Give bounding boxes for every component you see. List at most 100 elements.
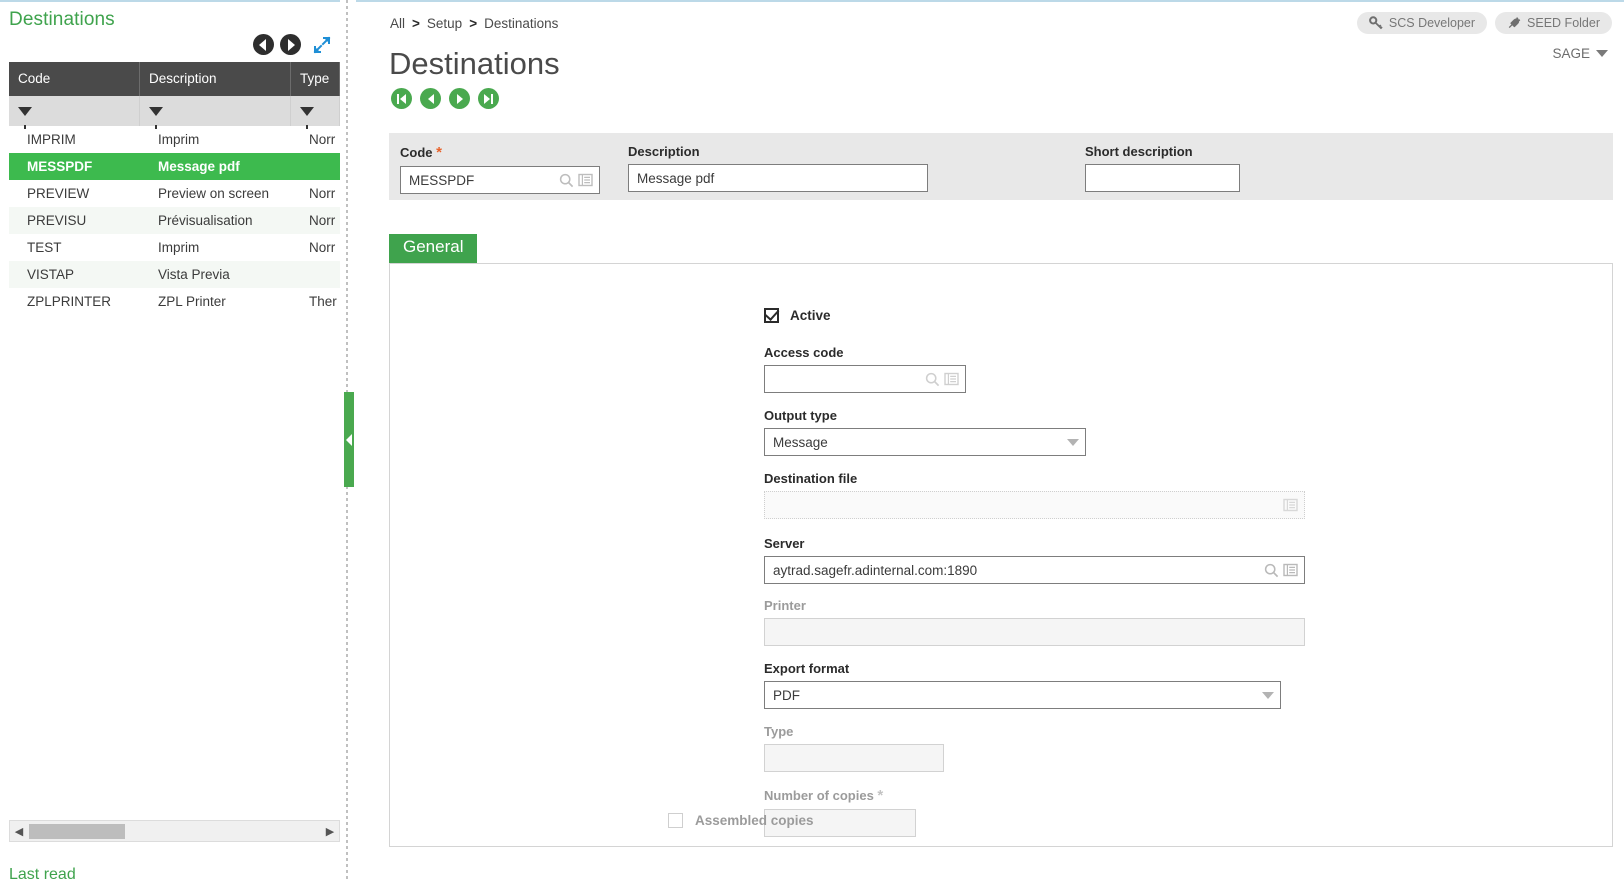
active-label: Active [790,308,831,323]
field-type: Type [764,724,944,772]
cell-code: VISTAP [9,267,140,282]
cell-code: PREVIEW [9,186,140,201]
table-row[interactable]: IMPRIM Imprim Norr [9,126,340,153]
label-access-code: Access code [764,345,966,360]
table-row[interactable]: PREVIEW Preview on screen Norr [9,180,340,207]
key-icon [1369,16,1383,30]
breadcrumb-item-destinations[interactable]: Destinations [484,16,558,31]
table-row[interactable]: TEST Imprim Norr [9,234,340,261]
list-prev-button[interactable] [253,34,274,55]
table-row[interactable]: PREVISU Prévisualisation Norr [9,207,340,234]
field-code: Code * MESSPDF [400,144,600,194]
breadcrumb-item-setup[interactable]: Setup [427,16,462,31]
search-icon[interactable] [1264,563,1279,578]
filter-icon [149,107,163,116]
assembled-copies-checkbox-group[interactable]: Assembled copies [668,813,814,828]
user-chip-label: SCS Developer [1389,16,1475,30]
output-type-select[interactable]: Message [764,428,1086,456]
main-content: All > Setup > Destinations Destinations [356,0,1624,882]
filter-icon [18,107,32,116]
label-export-format: Export format [764,661,1281,676]
lookup-icon[interactable] [578,173,593,187]
page-title: Destinations [389,46,560,82]
field-export-format: Export format PDF [764,661,1281,709]
list-panel-title: Destinations [9,9,115,31]
field-destination-file: Destination file [764,471,1305,519]
list-nav-buttons [253,34,332,55]
required-asterisk: * [436,144,442,161]
filter-description[interactable] [140,96,291,126]
next-record-button[interactable] [449,88,470,109]
cell-description: Preview on screen [140,186,291,201]
output-type-value: Message [773,435,1067,450]
lookup-icon[interactable] [944,372,959,386]
list-header-row: Code Description Type [9,62,340,96]
active-checkbox-group[interactable]: Active [764,308,831,323]
cell-type: Norr [291,213,340,228]
breadcrumb-separator: > [412,16,420,31]
assembled-copies-checkbox[interactable] [668,813,683,828]
type-input[interactable] [764,744,944,772]
filter-code[interactable] [9,96,140,126]
field-server: Server aytrad.sagefr.adinternal.com:1890 [764,536,1305,584]
field-printer: Printer [764,598,1305,646]
folder-chip[interactable]: SEED Folder [1495,12,1612,34]
column-header-code[interactable]: Code [9,62,140,96]
table-row[interactable]: VISTAP Vista Previa [9,261,340,288]
server-input[interactable]: aytrad.sagefr.adinternal.com:1890 [764,556,1305,584]
lookup-icon[interactable] [1283,498,1298,512]
first-record-button[interactable] [391,88,412,109]
cell-code: IMPRIM [9,132,140,147]
active-checkbox[interactable] [764,308,779,323]
required-asterisk: * [877,787,883,804]
chevron-down-icon[interactable] [1262,692,1274,699]
scroll-left-arrow[interactable]: ◀ [10,825,28,838]
last-read-status: Last read [9,866,76,882]
description-input[interactable]: Message pdf [628,164,928,192]
printer-input[interactable] [764,618,1305,646]
application-window: Destinations Code Description Type [0,0,1624,882]
breadcrumb-separator: > [469,16,477,31]
cell-code: MESSPDF [9,159,140,174]
panel-splitter-handle[interactable] [344,392,354,487]
table-row[interactable]: MESSPDF Message pdf [9,153,340,180]
cell-description: Message pdf [140,159,291,174]
short-description-input[interactable] [1085,164,1240,192]
code-input[interactable]: MESSPDF [400,166,600,194]
cell-type: Ther [291,294,340,309]
scroll-right-arrow[interactable]: ▶ [321,825,339,838]
breadcrumb-item-all[interactable]: All [390,16,405,31]
search-icon[interactable] [559,173,574,188]
export-format-select[interactable]: PDF [764,681,1281,709]
folder-chip-label: SEED Folder [1527,16,1600,30]
user-chip[interactable]: SCS Developer [1357,12,1487,34]
filter-type[interactable] [291,96,340,126]
cell-type: Norr [291,132,340,147]
destination-file-input[interactable] [764,491,1305,519]
assembled-copies-label: Assembled copies [695,813,814,828]
sage-menu-button[interactable]: SAGE [1552,46,1608,61]
column-header-type[interactable]: Type [291,62,340,96]
cell-code: PREVISU [9,213,140,228]
expand-icon[interactable] [312,35,332,55]
column-header-description[interactable]: Description [140,62,291,96]
chevron-down-icon[interactable] [1067,439,1079,446]
cell-code: TEST [9,240,140,255]
tab-general[interactable]: General [389,234,477,264]
record-header-fields: Code * MESSPDF Description [389,133,1613,200]
scrollbar-thumb[interactable] [29,824,125,839]
previous-record-button[interactable] [420,88,441,109]
lookup-icon[interactable] [1283,563,1298,577]
sage-menu-label: SAGE [1552,46,1590,61]
breadcrumb: All > Setup > Destinations [390,16,558,31]
table-row[interactable]: ZPLPRINTER ZPL Printer Ther [9,288,340,315]
field-access-code: Access code [764,345,966,393]
access-code-input[interactable] [764,365,966,393]
cell-description: Prévisualisation [140,213,291,228]
search-icon[interactable] [925,372,940,387]
cell-description: Vista Previa [140,267,291,282]
cell-type: Norr [291,240,340,255]
list-next-button[interactable] [280,34,301,55]
last-record-button[interactable] [478,88,499,109]
horizontal-scrollbar[interactable]: ◀ ▶ [9,820,340,842]
